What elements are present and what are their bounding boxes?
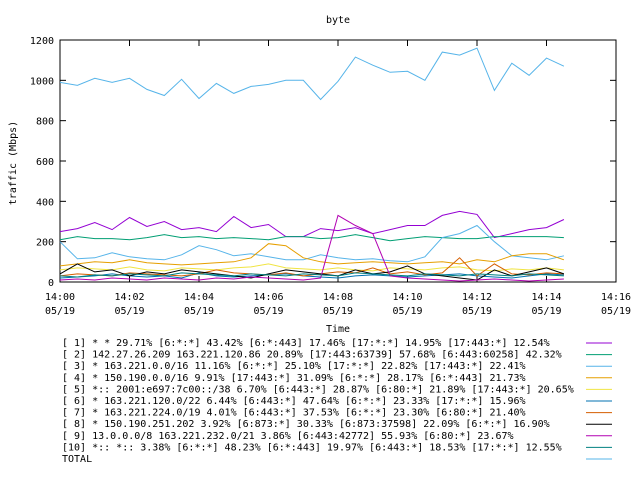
chart-title: byte <box>326 15 350 26</box>
y-tick-label: 600 <box>36 157 54 168</box>
plot-border <box>59 39 617 283</box>
x-tick-time-label: 14:12 <box>462 292 492 303</box>
x-tick-time-label: 14:00 <box>45 292 75 303</box>
legend-label: TOTAL <box>62 454 92 465</box>
plot-area <box>59 39 617 283</box>
y-tick-label: 1000 <box>30 76 54 87</box>
y-axis-label: traffic (Mbps) <box>8 121 19 205</box>
x-tick-time-label: 14:16 <box>601 292 631 303</box>
x-tick-date-label: 05/19 <box>531 306 561 317</box>
series-line-8 <box>59 263 565 281</box>
series-line-5 <box>59 263 564 272</box>
y-tick-label: 800 <box>36 117 54 128</box>
x-tick-time-label: 14:02 <box>114 292 144 303</box>
legend-label: [ 2] 142.27.26.209 163.221.120.86 20.89%… <box>62 350 562 361</box>
legend-label: [ 1] * * 29.71% [6:*:*] 43.42% [6:*:443]… <box>62 338 550 349</box>
y-tick-label: 200 <box>36 238 54 249</box>
x-tick-date-label: 05/19 <box>253 306 283 317</box>
legend-label: [ 5] *:: 2001:e697:7c00::/38 6.70% [6:44… <box>62 384 574 395</box>
x-axis-label: Time <box>326 324 350 335</box>
legend-label: [ 3] * 163.221.0.0/16 11.16% [6:*:*] 25.… <box>62 361 526 372</box>
legend-label: [ 9] 13.0.0.0/8 163.221.232.0/21 3.86% [… <box>62 431 514 442</box>
x-tick-date-label: 05/19 <box>601 306 631 317</box>
x-tick-time-label: 14:10 <box>392 292 422 303</box>
x-tick-date-label: 05/19 <box>184 306 214 317</box>
x-tick-time-label: 14:04 <box>184 292 214 303</box>
legend-label: [ 7] * 163.221.224.0/19 4.01% [6:443:*] … <box>62 408 526 419</box>
series-line-1 <box>59 210 565 239</box>
series-lines <box>59 47 565 282</box>
chart: byte 0 200 400 600 800 1000 1200 14:00 05/19 14:… <box>8 15 631 465</box>
x-tick-date-label: 05/19 <box>114 306 144 317</box>
series-line-4 <box>59 243 565 267</box>
y-tick-label: 400 <box>36 197 54 208</box>
y-axis: 0 200 400 600 800 1000 1200 <box>30 36 616 289</box>
legend: [ 1] * * 29.71% [6:*:*] 43.42% [6:*:443]… <box>62 338 612 465</box>
x-tick-date-label: 05/19 <box>323 306 353 317</box>
x-tick-date-label: 05/19 <box>45 306 75 317</box>
x-tick-time-label: 14:06 <box>253 292 283 303</box>
x-tick-date-label: 05/19 <box>392 306 422 317</box>
x-tick-date-label: 05/19 <box>462 306 492 317</box>
legend-label: [10] *:: *:: 3.38% [6:*:*] 48.23% [6:*:4… <box>62 442 562 453</box>
series-line-11 <box>59 47 565 101</box>
legend-label: [ 4] * 150.190.0.0/16 9.91% [17:443:*] 3… <box>62 373 526 384</box>
x-tick-time-label: 14:08 <box>323 292 353 303</box>
y-tick-label: 0 <box>48 278 54 289</box>
y-tick-label: 1200 <box>30 36 54 47</box>
x-tick-time-label: 14:14 <box>531 292 561 303</box>
series-line-3 <box>59 224 565 263</box>
legend-label: [ 6] * 163.221.120.0/22 6.44% [6:443:*] … <box>62 396 526 407</box>
legend-label: [ 8] * 150.190.251.202 3.92% [6:873:*] 3… <box>62 419 550 430</box>
series-line-9 <box>59 214 564 282</box>
